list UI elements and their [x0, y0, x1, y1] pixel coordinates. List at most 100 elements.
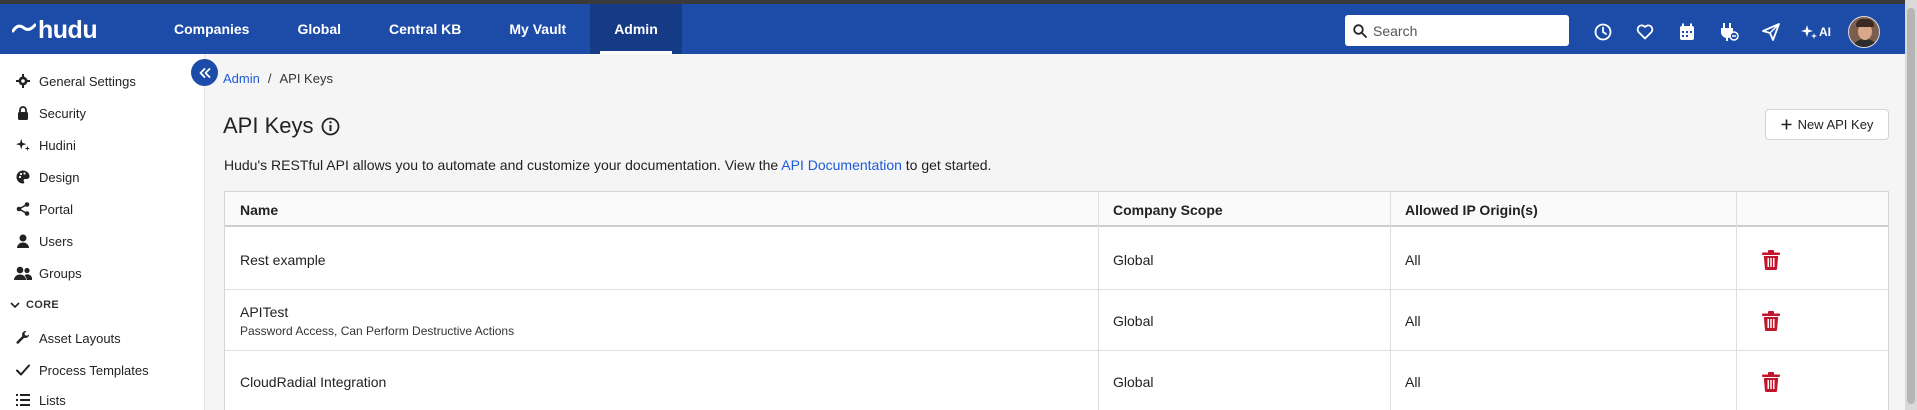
key-permissions: Password Access, Can Perform Destructive… [240, 323, 515, 338]
column-header-allowed-ip: Allowed IP Origin(s) [1405, 201, 1538, 218]
column-header-company-scope: Company Scope [1113, 201, 1223, 218]
list-icon [14, 394, 32, 406]
api-documentation-link[interactable]: API Documentation [781, 157, 902, 173]
trash-icon [1762, 249, 1780, 270]
sidebar-item-lists[interactable]: Lists [14, 389, 66, 410]
cell-allowed-ip: All [1405, 312, 1421, 329]
breadcrumb-separator: / [267, 71, 272, 86]
nav-global[interactable]: Global [273, 4, 365, 54]
cell-name: APITest Password Access, Can Perform Des… [225, 290, 514, 351]
sidebar-item-label: Portal [39, 201, 73, 217]
sidebar-item-label: Security [39, 105, 86, 121]
sidebar-item-label: Process Templates [39, 362, 149, 378]
toolbar-icons: AI [1582, 16, 1880, 48]
page-title-text: API Keys [223, 113, 314, 138]
nav-central-kb[interactable]: Central KB [365, 4, 485, 54]
cell-allowed-ip: All [1405, 373, 1421, 390]
new-api-key-label: New API Key [1797, 117, 1874, 132]
sidebar-item-label: Users [39, 233, 73, 249]
page-title: API Keys [223, 113, 340, 139]
sidebar-item-general-settings[interactable]: General Settings [14, 70, 136, 92]
chevron-down-icon [10, 302, 20, 309]
heart-icon[interactable] [1624, 17, 1666, 47]
page-description: Hudu's RESTful API allows you to automat… [224, 157, 991, 173]
sidebar-item-portal[interactable]: Portal [14, 198, 73, 220]
sidebar-item-asset-layouts[interactable]: Asset Layouts [14, 327, 121, 349]
breadcrumb-current: API Keys [279, 71, 333, 86]
lock-icon [14, 106, 32, 120]
paper-plane-icon[interactable] [1750, 17, 1792, 47]
clock-icon[interactable] [1582, 17, 1624, 47]
double-chevron-left-icon [199, 67, 210, 78]
hudu-logo[interactable]: hudu [12, 15, 98, 44]
table-row[interactable]: Rest example Global All [225, 229, 1888, 290]
table-header: Name Company Scope Allowed IP Origin(s) [225, 192, 1888, 227]
description-text-after: to get started. [901, 157, 992, 173]
admin-sidebar: General Settings Security Hudini Design … [0, 54, 205, 410]
top-navbar: hudu Companies Global Central KB My Vaul… [0, 0, 1917, 54]
user-icon [14, 234, 32, 248]
key-name: CloudRadial Integration [240, 373, 387, 390]
delete-button[interactable] [1762, 351, 1780, 410]
trash-icon [1762, 310, 1780, 331]
column-header-actions [1736, 192, 1888, 227]
sidebar-collapse-button[interactable] [191, 59, 218, 86]
sparkles-icon [14, 138, 32, 152]
table-row[interactable]: APITest Password Access, Can Perform Des… [225, 290, 1888, 351]
trash-icon [1762, 371, 1780, 392]
cell-allowed-ip: All [1405, 251, 1421, 268]
sidebar-item-label: Asset Layouts [39, 330, 121, 346]
search-input[interactable] [1373, 22, 1563, 39]
nav-my-vault[interactable]: My Vault [485, 4, 590, 54]
user-avatar[interactable] [1848, 16, 1880, 48]
search-icon [1353, 23, 1367, 38]
sidebar-item-users[interactable]: Users [14, 230, 73, 252]
sidebar-item-design[interactable]: Design [14, 166, 79, 188]
sidebar-item-hudini[interactable]: Hudini [14, 134, 76, 156]
palette-icon [14, 170, 32, 184]
info-icon[interactable] [321, 117, 340, 136]
ai-assistant-button[interactable]: AI [1792, 17, 1840, 47]
sidebar-item-security[interactable]: Security [14, 102, 86, 124]
breadcrumb-admin-link[interactable]: Admin [223, 71, 260, 86]
logo-text: hudu [38, 15, 98, 44]
search-box[interactable] [1345, 15, 1569, 46]
sidebar-section-core[interactable]: CORE [10, 299, 59, 311]
cell-company-scope: Global [1113, 251, 1154, 268]
nav-companies[interactable]: Companies [150, 4, 273, 54]
users-icon [14, 266, 32, 280]
cell-company-scope: Global [1113, 373, 1154, 390]
delete-button[interactable] [1762, 290, 1780, 351]
ai-label: AI [1819, 25, 1831, 39]
key-name: APITest [240, 303, 289, 320]
sidebar-item-label: General Settings [39, 73, 136, 89]
new-api-key-button[interactable]: New API Key [1765, 109, 1889, 140]
column-header-name: Name [240, 201, 279, 218]
page-scrollbar[interactable] [1905, 0, 1917, 410]
cell-company-scope: Global [1113, 312, 1154, 329]
table-row[interactable]: CloudRadial Integration Global All [225, 351, 1888, 410]
sidebar-item-process-templates[interactable]: Process Templates [14, 359, 149, 381]
key-name: Rest example [240, 251, 326, 268]
gear-icon [14, 74, 32, 88]
sidebar-item-label: Hudini [39, 137, 76, 153]
plus-icon [1781, 119, 1792, 130]
sidebar-item-label: Groups [39, 265, 82, 281]
check-icon [14, 364, 32, 376]
api-keys-table: Name Company Scope Allowed IP Origin(s) … [224, 191, 1889, 410]
nav-admin[interactable]: Admin [590, 4, 682, 54]
sidebar-item-label: Design [39, 169, 80, 185]
sparkles-icon [1801, 25, 1817, 39]
logo-mark-icon [12, 23, 36, 33]
cell-name: CloudRadial Integration [225, 351, 386, 410]
sidebar-item-label: Lists [39, 392, 66, 408]
breadcrumb: Admin / API Keys [223, 71, 333, 86]
scrollbar-thumb[interactable] [1907, 8, 1915, 404]
sidebar-section-label: CORE [26, 299, 59, 311]
calendar-icon[interactable] [1666, 17, 1708, 47]
wrench-icon [14, 331, 32, 345]
plug-icon[interactable] [1708, 17, 1750, 47]
main-nav: Companies Global Central KB My Vault Adm… [150, 4, 682, 54]
delete-button[interactable] [1762, 229, 1780, 290]
sidebar-item-groups[interactable]: Groups [14, 262, 82, 284]
